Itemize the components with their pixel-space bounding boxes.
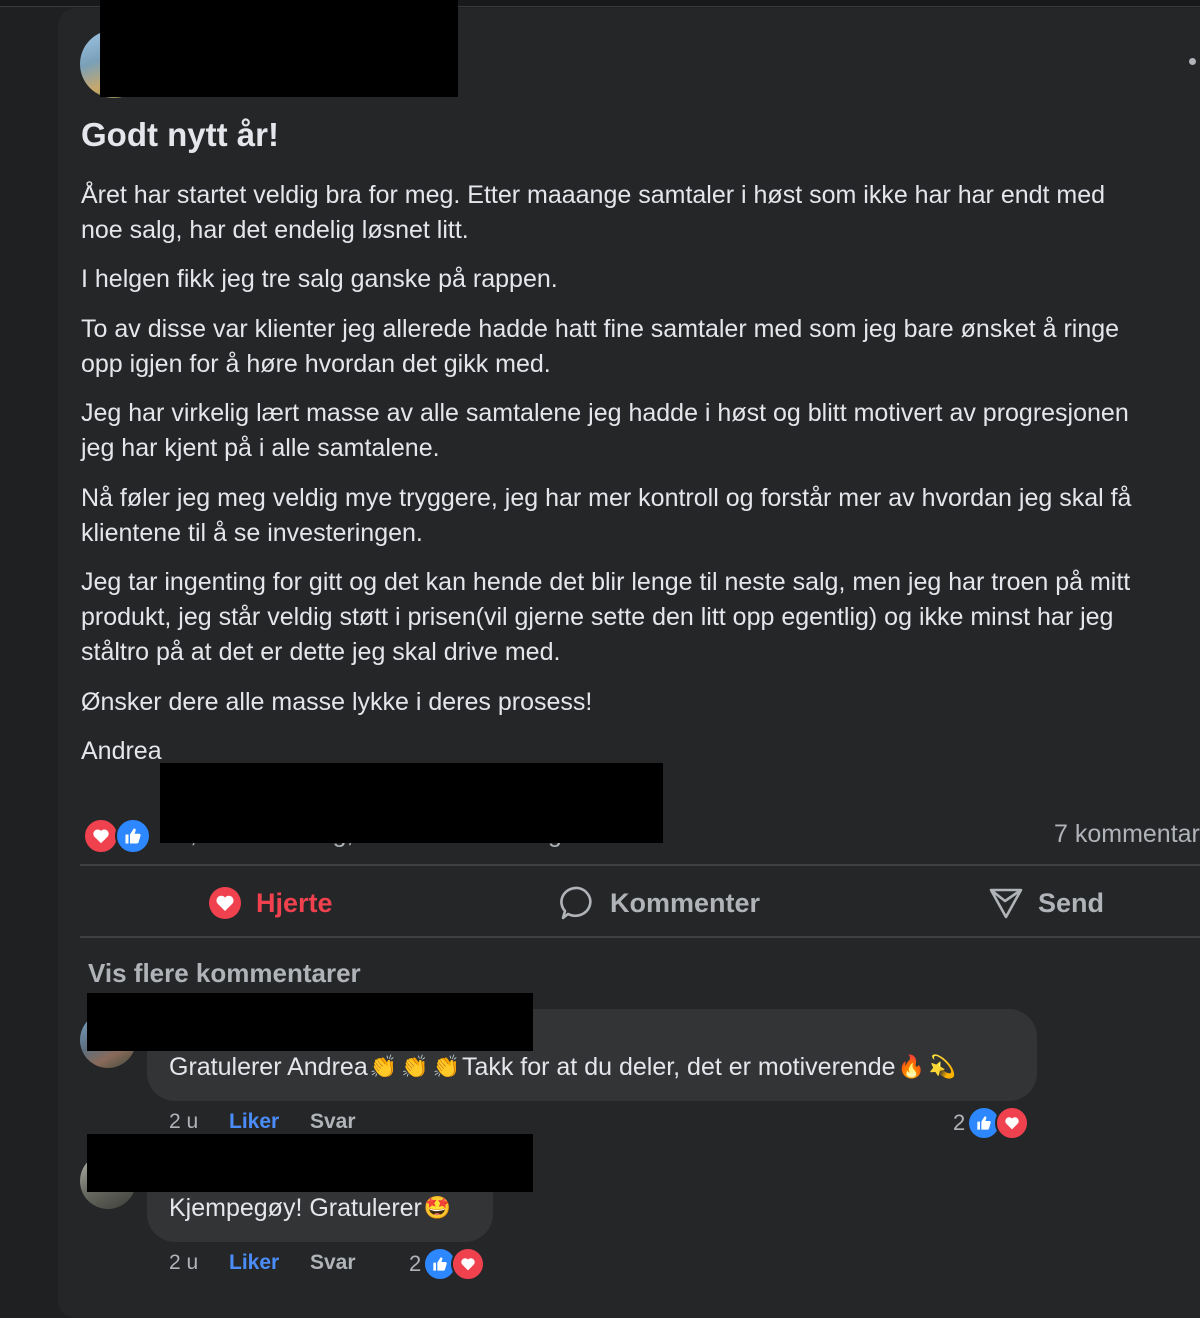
reaction-count: 2 <box>409 1251 422 1276</box>
post-line: Nå føler jeg meg veldig mye tryggere, je… <box>81 484 1132 512</box>
comment-time[interactable]: 2 u <box>169 1251 198 1275</box>
comment-reactions[interactable]: 2 <box>953 1106 1030 1140</box>
clapping-hands-emoji: 👏 <box>369 1055 398 1080</box>
post-line: opp igjen for å høre hvordan det gikk me… <box>81 350 551 378</box>
post-line: noe salg, har det endelig løsnet litt. <box>81 216 469 244</box>
comment-text-part: Gratulerer Andrea <box>169 1053 368 1081</box>
love-reaction-icon <box>83 818 119 854</box>
post-line: klientene til å se investeringen. <box>81 519 423 547</box>
send-icon <box>988 885 1024 921</box>
send-button[interactable]: Send <box>988 883 1104 923</box>
comment-reply-button[interactable]: Svar <box>310 1110 356 1134</box>
fire-emoji: 🔥 <box>897 1055 925 1080</box>
comment-label: Kommenter <box>610 887 761 918</box>
post-line: jeg har kjent på i alle samtalene. <box>81 434 440 462</box>
comment-like-button[interactable]: Liker <box>229 1251 279 1275</box>
divider <box>80 864 1200 866</box>
post-paragraph-3: To av disse var klienter jeg allerede ha… <box>81 312 1119 382</box>
post-line: Andrea <box>81 737 162 765</box>
post-line: Ønsker dere alle masse lykke i deres pro… <box>81 688 593 716</box>
clapping-hands-emoji: 👏 <box>401 1055 429 1080</box>
post-line: Året har startet veldig bra for meg. Ett… <box>81 181 1106 209</box>
comment-text-part: Kjempegøy! Gratulerer <box>169 1194 422 1222</box>
post-line: ståltro på at det er dette jeg skal driv… <box>81 638 561 666</box>
clapping-hands-emoji: 👏 <box>432 1055 460 1080</box>
post-line: I helgen fikk jeg tre salg ganske på rap… <box>81 265 558 293</box>
comment-text: Gratulerer Andrea 👏 👏 👏 Takk for at du d… <box>169 1053 958 1082</box>
post-title: Godt nytt år! <box>81 116 279 153</box>
comment-like-button[interactable]: Liker <box>229 1110 279 1134</box>
post-paragraph-7: Ønsker dere alle masse lykke i deres pro… <box>81 685 592 720</box>
post-paragraph-4: Jeg har virkelig lært masse av alle samt… <box>81 396 1129 466</box>
more-options-icon[interactable] <box>1189 58 1196 65</box>
post-line: Jeg tar ingenting for gitt og det kan he… <box>81 568 1131 596</box>
comment-time[interactable]: 2 u <box>169 1110 198 1134</box>
reaction-count: 2 <box>953 1110 966 1135</box>
redacted-reactor-names <box>160 763 663 843</box>
star-struck-emoji: 🤩 <box>423 1196 452 1221</box>
comment-bubble-icon <box>560 885 596 921</box>
post-paragraph-6: Jeg tar ingenting for gitt og det kan he… <box>81 565 1130 670</box>
redacted-commenter-name <box>87 993 533 1051</box>
comment-text-part: Takk for at du deler, det er motiverende <box>461 1053 896 1081</box>
view-more-comments-link[interactable]: Vis flere kommentarer <box>88 958 361 989</box>
heart-button[interactable]: Hjerte <box>208 883 333 923</box>
send-label: Send <box>1038 887 1105 918</box>
like-reaction-icon <box>115 818 151 854</box>
comment-reactions[interactable]: 2 <box>409 1247 486 1281</box>
comments-count[interactable]: 7 kommentarer <box>1054 820 1200 849</box>
post-paragraph-1: Året har startet veldig bra for meg. Ett… <box>81 178 1105 248</box>
redacted-author-name <box>100 0 458 97</box>
comment-text: Kjempegøy! Gratulerer 🤩 <box>169 1194 453 1223</box>
post-line: produkt, jeg står veldig støtt i prisen(… <box>81 603 1114 631</box>
love-reaction-icon <box>451 1247 486 1281</box>
love-reaction-icon <box>995 1106 1030 1140</box>
heart-label: Hjerte <box>256 887 333 918</box>
divider <box>80 936 1200 938</box>
post-line: Jeg har virkelig lært masse av alle samt… <box>81 399 1129 427</box>
post-paragraph-2: I helgen fikk jeg tre salg ganske på rap… <box>81 262 558 297</box>
post-signature: Andrea <box>81 734 162 769</box>
redacted-commenter-name <box>87 1134 533 1192</box>
post-paragraph-5: Nå føler jeg meg veldig mye tryggere, je… <box>81 481 1131 551</box>
comment-reply-button[interactable]: Svar <box>310 1251 356 1275</box>
comment-button[interactable]: Kommenter <box>560 883 760 923</box>
dizzy-emoji: 💫 <box>928 1055 957 1080</box>
heart-icon <box>208 886 242 920</box>
post-line: To av disse var klienter jeg allerede ha… <box>81 315 1120 343</box>
